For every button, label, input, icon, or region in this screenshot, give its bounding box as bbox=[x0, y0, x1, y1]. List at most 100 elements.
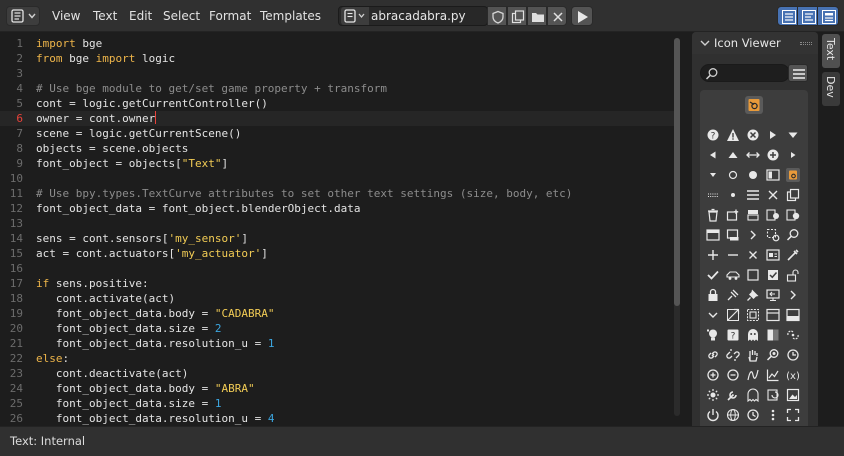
sun-icon[interactable] bbox=[706, 388, 720, 402]
triangle-up-icon[interactable] bbox=[726, 148, 740, 162]
code-text[interactable]: # Use bge module to get/set game propert… bbox=[36, 81, 387, 96]
code-text[interactable]: else: bbox=[36, 351, 69, 366]
car-icon[interactable] bbox=[726, 268, 740, 282]
code-text[interactable]: font_object_data = font_object.blenderOb… bbox=[36, 201, 361, 216]
add-folder-icon[interactable] bbox=[726, 208, 740, 222]
driver-icon[interactable] bbox=[746, 368, 760, 382]
zoom-all-icon[interactable] bbox=[766, 348, 780, 362]
cancel-icon[interactable] bbox=[746, 128, 760, 142]
expression-icon[interactable]: (x) bbox=[786, 368, 800, 382]
code-line[interactable]: 24 font_object_data.body = "ABRA" bbox=[0, 381, 676, 396]
word-wrap-toggle[interactable] bbox=[797, 6, 819, 26]
file-blend-icon[interactable] bbox=[786, 168, 800, 182]
text-file-name[interactable]: abracadabra.py bbox=[371, 7, 466, 25]
code-line[interactable]: 1 import bge bbox=[0, 36, 676, 51]
code-line[interactable]: 3 bbox=[0, 66, 676, 81]
unlock-icon[interactable] bbox=[786, 268, 800, 282]
code-line[interactable]: 6 owner = cont.owner bbox=[0, 111, 676, 126]
code-text[interactable]: if sens.positive: bbox=[36, 276, 149, 291]
duplicate-icon[interactable] bbox=[786, 188, 800, 202]
small-dot-icon[interactable] bbox=[726, 188, 740, 202]
menu-select[interactable]: Select bbox=[157, 6, 206, 26]
code-line[interactable]: 5 cont = logic.getCurrentController() bbox=[0, 96, 676, 111]
chevron-down-icon[interactable] bbox=[706, 308, 720, 322]
code-line[interactable]: 15 act = cont.actuators['my_actuator'] bbox=[0, 246, 676, 261]
help-icon[interactable]: ? bbox=[726, 328, 740, 342]
arrows-lr-icon[interactable] bbox=[746, 148, 760, 162]
fullscreen-enter-icon[interactable] bbox=[726, 308, 740, 322]
hand-icon[interactable] bbox=[746, 348, 760, 362]
triangle-down-icon[interactable] bbox=[786, 128, 800, 142]
grip-icon[interactable] bbox=[706, 188, 720, 202]
code-text[interactable]: font_object_data.body = "CADABRA" bbox=[36, 306, 275, 321]
code-line[interactable]: 23 cont.deactivate(act) bbox=[0, 366, 676, 381]
recover-icon[interactable] bbox=[766, 388, 780, 402]
file-new-icon[interactable] bbox=[746, 208, 760, 222]
code-text[interactable]: owner = cont.owner bbox=[36, 111, 157, 126]
code-line[interactable]: 4 # Use bge module to get/set game proper… bbox=[0, 81, 676, 96]
code-line[interactable]: 11 # Use bpy.types.TextCurve attributes t… bbox=[0, 186, 676, 201]
code-text[interactable]: act = cont.actuators['my_actuator'] bbox=[36, 246, 268, 261]
play-right-icon[interactable] bbox=[766, 128, 780, 142]
power-icon[interactable] bbox=[706, 408, 720, 422]
datablock-browse-button[interactable] bbox=[341, 7, 369, 25]
code-text[interactable]: import bge bbox=[36, 36, 102, 51]
unlink-icon[interactable] bbox=[726, 348, 740, 362]
code-line[interactable]: 26 font_object_data.resolution_u = 4 bbox=[0, 411, 676, 426]
text-editor-area[interactable]: 1 import bge 2 from bge import logic 3 4 # Use… bbox=[0, 32, 684, 426]
fullscreen-icon[interactable] bbox=[786, 408, 800, 422]
graph-icon[interactable] bbox=[766, 368, 780, 382]
code-line[interactable]: 13 bbox=[0, 216, 676, 231]
code-text[interactable]: font_object_data.resolution_u = 4 bbox=[36, 411, 275, 426]
code-line[interactable]: 2 from bge import logic bbox=[0, 51, 676, 66]
menu-edit[interactable]: Edit bbox=[123, 6, 158, 26]
eyedropper-icon[interactable] bbox=[786, 248, 800, 262]
drag-grip-icon[interactable] bbox=[800, 42, 812, 45]
line-numbers-toggle[interactable] bbox=[777, 6, 799, 26]
select-region-icon[interactable] bbox=[766, 228, 780, 242]
x-icon[interactable] bbox=[766, 188, 780, 202]
tab-dev[interactable]: Dev bbox=[822, 72, 840, 106]
menu-format[interactable]: Format bbox=[203, 6, 257, 26]
editor-scrollbar-thumb[interactable] bbox=[674, 38, 680, 306]
plus-icon[interactable] bbox=[706, 248, 720, 262]
add-circle-icon[interactable] bbox=[766, 148, 780, 162]
code-line[interactable]: 7 scene = logic.getCurrentScene() bbox=[0, 126, 676, 141]
question-icon[interactable]: ? bbox=[706, 128, 720, 142]
code-line[interactable]: 14 sens = cont.sensors['my_sensor'] bbox=[0, 231, 676, 246]
menu-lines-icon[interactable] bbox=[746, 188, 760, 202]
dot-outline-icon[interactable] bbox=[726, 168, 740, 182]
color-icon[interactable] bbox=[766, 328, 780, 342]
error-icon[interactable] bbox=[726, 128, 740, 142]
code-text[interactable]: cont.activate(act) bbox=[36, 291, 175, 306]
toggle-on-icon[interactable] bbox=[786, 208, 800, 222]
trash-icon[interactable] bbox=[706, 208, 720, 222]
selected-icon[interactable] bbox=[745, 96, 763, 114]
dot-icon[interactable] bbox=[746, 168, 760, 182]
code-line[interactable]: 9 font_object = objects["Text"] bbox=[0, 156, 676, 171]
code-text[interactable]: font_object_data.size = 1 bbox=[36, 396, 222, 411]
code-line[interactable]: 16 bbox=[0, 261, 676, 276]
minus-icon[interactable] bbox=[726, 248, 740, 262]
tab-text[interactable]: Text bbox=[822, 34, 840, 68]
triangle-right-small-icon[interactable] bbox=[786, 148, 800, 162]
checkbox-off-icon[interactable] bbox=[746, 268, 760, 282]
editor-type-selector[interactable] bbox=[6, 6, 40, 26]
lightbulb-icon[interactable] bbox=[706, 328, 720, 342]
code-line[interactable]: 10 bbox=[0, 171, 676, 186]
fullscreen-exit-icon[interactable] bbox=[746, 308, 760, 322]
menu-view[interactable]: View bbox=[46, 6, 86, 26]
icon-viewer-header[interactable]: Icon Viewer bbox=[692, 32, 818, 54]
wrench-icon[interactable] bbox=[726, 388, 740, 402]
zoom-out-icon[interactable] bbox=[726, 368, 740, 382]
zoom-in-icon[interactable] bbox=[706, 368, 720, 382]
id-card-icon[interactable] bbox=[766, 248, 780, 262]
linked-icon[interactable] bbox=[786, 328, 800, 342]
list-panel-icon[interactable] bbox=[766, 168, 780, 182]
image-plane-icon[interactable] bbox=[786, 388, 800, 402]
workspace-icon[interactable] bbox=[726, 228, 740, 242]
code-text[interactable]: sens = cont.sensors['my_sensor'] bbox=[36, 231, 248, 246]
pin-icon[interactable] bbox=[746, 288, 760, 302]
history-icon[interactable] bbox=[746, 408, 760, 422]
code-line[interactable]: 17 if sens.positive: bbox=[0, 276, 676, 291]
